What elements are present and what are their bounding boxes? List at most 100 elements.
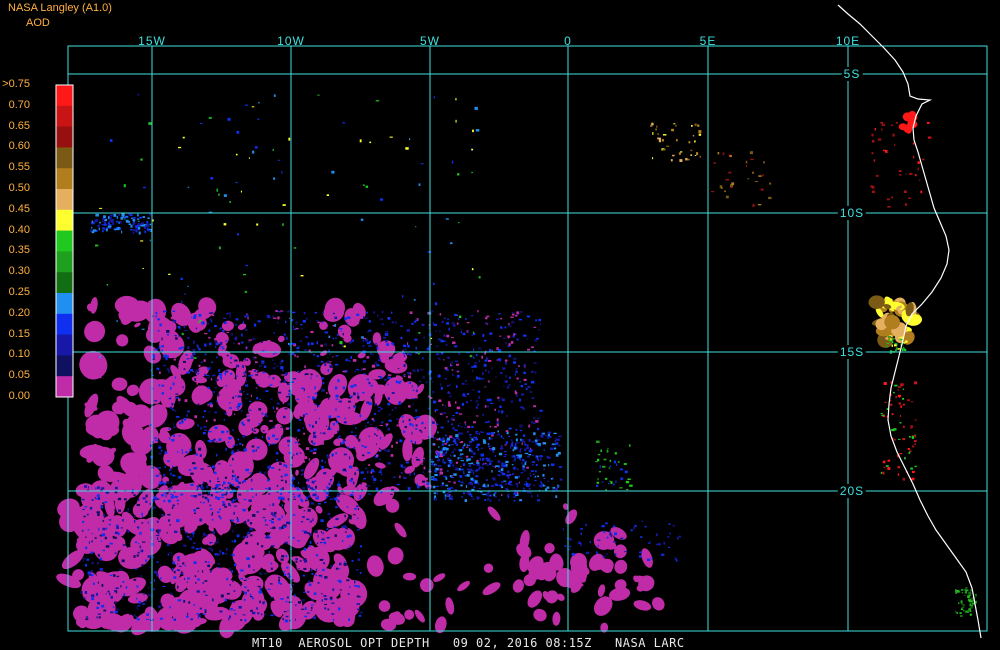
aod-pixel (214, 542, 218, 544)
aod-pixel (447, 457, 449, 461)
aod-pixel (156, 573, 159, 577)
aod-pixel (340, 330, 342, 332)
aod-pixel (292, 352, 295, 355)
aod-pixel (105, 593, 107, 595)
aod-pixel (606, 553, 608, 555)
aod-pixel (197, 372, 200, 375)
aod-pixel (460, 460, 464, 462)
aod-pixel (466, 459, 469, 462)
aod-pixel (204, 580, 208, 582)
aod-pixel (222, 552, 224, 555)
aod-pixel (282, 618, 284, 621)
aod-pixel (895, 395, 897, 399)
aod-pixel (226, 430, 229, 433)
aod-pixel (713, 162, 716, 164)
aod-pixel (609, 459, 612, 462)
aod-pixel (141, 516, 144, 518)
aod-pixel (276, 402, 280, 405)
aod-pixel (129, 614, 131, 616)
aod-pixel (232, 396, 234, 399)
aod-pixel (341, 450, 344, 453)
aod-pixel (263, 573, 267, 575)
aod-pixel (370, 471, 373, 474)
aod-pixel (276, 381, 279, 383)
aod-pixel (141, 512, 143, 516)
aod-pixel (323, 541, 327, 545)
aod-pixel (483, 463, 486, 465)
aod-pixel (267, 436, 270, 440)
aod-pixel (153, 400, 158, 402)
aod-pixel (235, 395, 237, 398)
aod-pixel (475, 438, 479, 441)
aod-pixel (376, 364, 380, 367)
aod-pixel (207, 561, 210, 563)
aod-pixel (82, 560, 84, 562)
aod-pixel (347, 334, 350, 338)
aod-pixel (142, 541, 146, 543)
aod-pixel (243, 598, 246, 601)
aod-pixel (220, 346, 224, 348)
aod-pixel (438, 357, 441, 361)
aod-pixel (894, 343, 897, 345)
aod-pixel (663, 541, 665, 545)
aod-pixel (247, 419, 250, 422)
aod-pixel (446, 322, 450, 325)
aod-pixel (237, 438, 240, 441)
aod-pixel (293, 498, 297, 500)
aod-pixel (717, 152, 720, 155)
longitude-label: 10E (835, 34, 861, 48)
aod-pixel (217, 481, 220, 483)
aod-pixel (329, 596, 333, 600)
aod-pixel (450, 363, 452, 366)
aod-pixel (97, 486, 100, 489)
aod-pixel (455, 119, 457, 123)
aod-pixel (245, 314, 249, 318)
aod-pixel (460, 426, 464, 428)
aod-pixel (507, 470, 510, 473)
aod-pixel (304, 349, 307, 351)
aod-pixel (353, 447, 355, 449)
aod-pixel (339, 452, 341, 456)
aod-pixel (477, 432, 479, 435)
aod-pixel (164, 483, 167, 485)
aod-pixel (501, 412, 504, 414)
aod-pixel (539, 434, 543, 436)
aod-pixel (531, 440, 535, 443)
aod-pixel (892, 341, 894, 344)
aod-pixel (656, 125, 658, 128)
aod-pixel (373, 311, 375, 314)
aod-pixel (406, 329, 409, 332)
aod-pixel (268, 493, 271, 495)
aod-pixel (244, 619, 247, 622)
aod-pixel (361, 368, 363, 371)
aod-pixel (81, 529, 84, 532)
aod-pixel (515, 370, 518, 373)
aod-pixel (91, 573, 94, 577)
aod-pixel (158, 446, 162, 449)
aod-pixel (359, 414, 362, 418)
aod-pixel (335, 421, 339, 424)
aod-pixel (897, 466, 901, 469)
aod-pixel (134, 322, 141, 328)
aod-pixel (530, 470, 535, 472)
aod-pixel (908, 451, 911, 454)
aod-pixel (494, 426, 497, 428)
aod-pixel (485, 322, 487, 325)
aod-pixel (391, 444, 393, 448)
aod-pixel (173, 422, 175, 426)
aod-pixel (381, 310, 384, 314)
aod-pixel (293, 247, 297, 249)
aod-pixel (467, 483, 471, 485)
aod-pixel (158, 529, 161, 532)
aod-pixel (670, 159, 673, 162)
aod-pixel (969, 613, 972, 616)
aod-pixel (394, 406, 397, 409)
aod-pixel (757, 204, 762, 206)
aod-pixel (189, 537, 192, 541)
aod-pixel (460, 330, 462, 334)
aod-pixel (285, 615, 289, 618)
aod-pixel (672, 525, 675, 527)
aod-pixel (496, 418, 499, 422)
aod-pixel (230, 372, 233, 375)
aod-pixel (245, 384, 249, 387)
